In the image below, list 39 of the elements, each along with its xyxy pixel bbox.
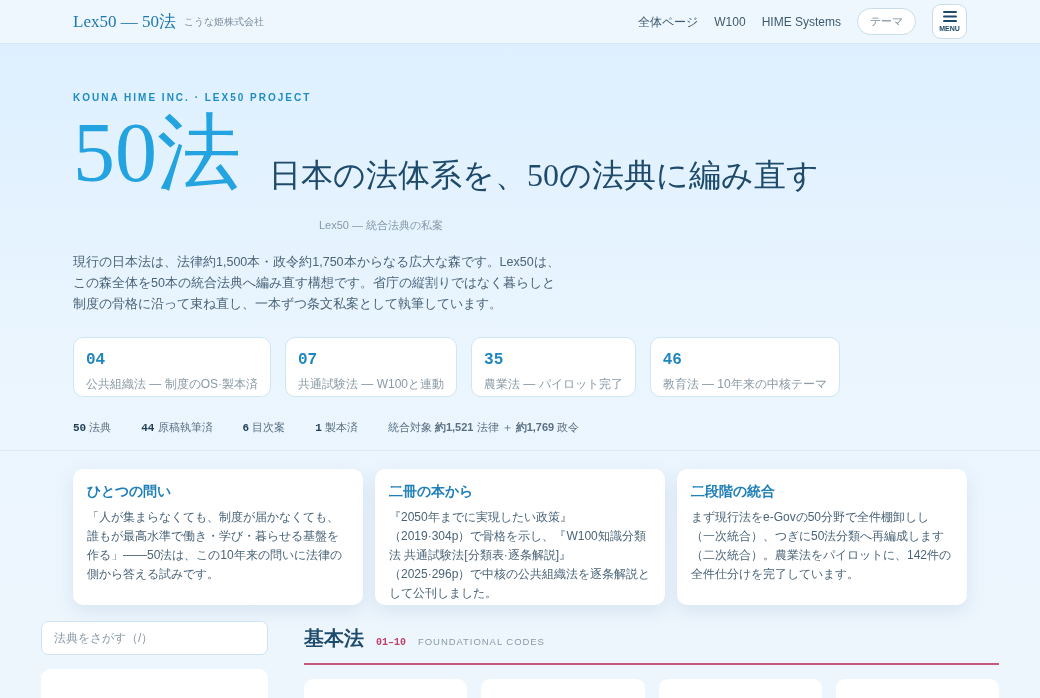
stat-text: 1 製本済	[315, 419, 358, 436]
code-label: 共通試験法 — W100と連動	[298, 375, 445, 393]
section-range: 01–10	[376, 636, 406, 650]
theme-button[interactable]: テーマ	[857, 8, 916, 35]
code-number: 35	[484, 349, 505, 371]
card-title: 二段階の統合	[691, 483, 776, 501]
card-title: ひとつの問い	[87, 483, 172, 501]
eyebrow-text: KOUNA HIME INC. · LEX50 PROJECT	[73, 91, 313, 105]
section-title: 基本法	[304, 626, 364, 651]
lead-paragraph: 現行の日本法は、法律約1,500本・政令約1,750本からなる広大な森です。Lex50は、この森全体を50本の統合法典へ編み直す構想です。省庁の縦割りではなく暮らしと制度の骨格に沿って束ね直し、一本ずつ条文私案として執筆しています。	[73, 253, 561, 313]
card-body: まず現行法をe-Govの50分野で全件棚卸しし（一次統合）、つぎに50法分類へ再編成します（二次統合）。農業法をパイロットに、142件の全件仕分けを完了しています。	[691, 509, 953, 583]
scope-text: 統合対象 約1,521 法律 ＋ 約1,769 政令	[387, 420, 580, 435]
tagline: Lex50 — 統合法典の私案	[319, 218, 445, 233]
featured-code-card[interactable]: 04 公共組織法 — 制度のOS·製本済	[73, 336, 271, 397]
nav-link[interactable]: W100	[714, 12, 746, 31]
stat-text: 44 原稿執筆済	[141, 419, 213, 436]
search-field[interactable]: 法典をさがす（/）	[41, 621, 268, 655]
card-title: 二冊の本から	[389, 483, 474, 501]
nav-link[interactable]: 全体ページ	[638, 12, 699, 31]
code-number: 04	[86, 349, 107, 371]
nav-link[interactable]: HIME Systems	[761, 12, 841, 31]
code-label: 農業法 — パイロット完了	[484, 375, 623, 393]
featured-code-card[interactable]: 46 教育法 — 10年来の中核テーマ	[649, 336, 840, 397]
featured-code-card[interactable]: 07 共通試験法 — W100と連動	[285, 336, 458, 397]
menu-icon	[942, 11, 957, 22]
card-body: 「人が集まらなくても、制度が届かなくても、誰もが最高水準で働き・学び・暮らせる基盤を作る」——50法は、この10年来の問いに法律の側から答える試みです。	[87, 509, 343, 583]
site-logo[interactable]: Lex50 — 50法	[73, 8, 176, 35]
hero-title: 50法	[73, 107, 241, 199]
featured-code-card[interactable]: 35 農業法 — パイロット完了	[471, 336, 636, 397]
hero-subtitle: 日本の法体系を、50の法典に編み直す	[269, 156, 819, 195]
stat-text: 6 目次案	[242, 419, 286, 436]
code-label: 教育法 — 10年来の中核テーマ	[662, 375, 827, 393]
card-body: 『2050年までに実現したい政策』（2019·304p）で骨格を示し、『W100知識分類法 共通試験法[分類表·逐条解説]』（2025·296p）で中核の公共組織法を逐条解説として公刊しました。	[389, 509, 651, 602]
section-subtitle: FOUNDATIONAL CODES	[418, 635, 545, 649]
code-number: 07	[298, 349, 319, 371]
code-number: 46	[662, 349, 683, 371]
company-name: こうな姫株式会社	[183, 15, 264, 29]
code-label: 公共組織法 — 制度のOS·製本済	[86, 375, 258, 393]
stat-text: 50 法典	[73, 419, 112, 436]
